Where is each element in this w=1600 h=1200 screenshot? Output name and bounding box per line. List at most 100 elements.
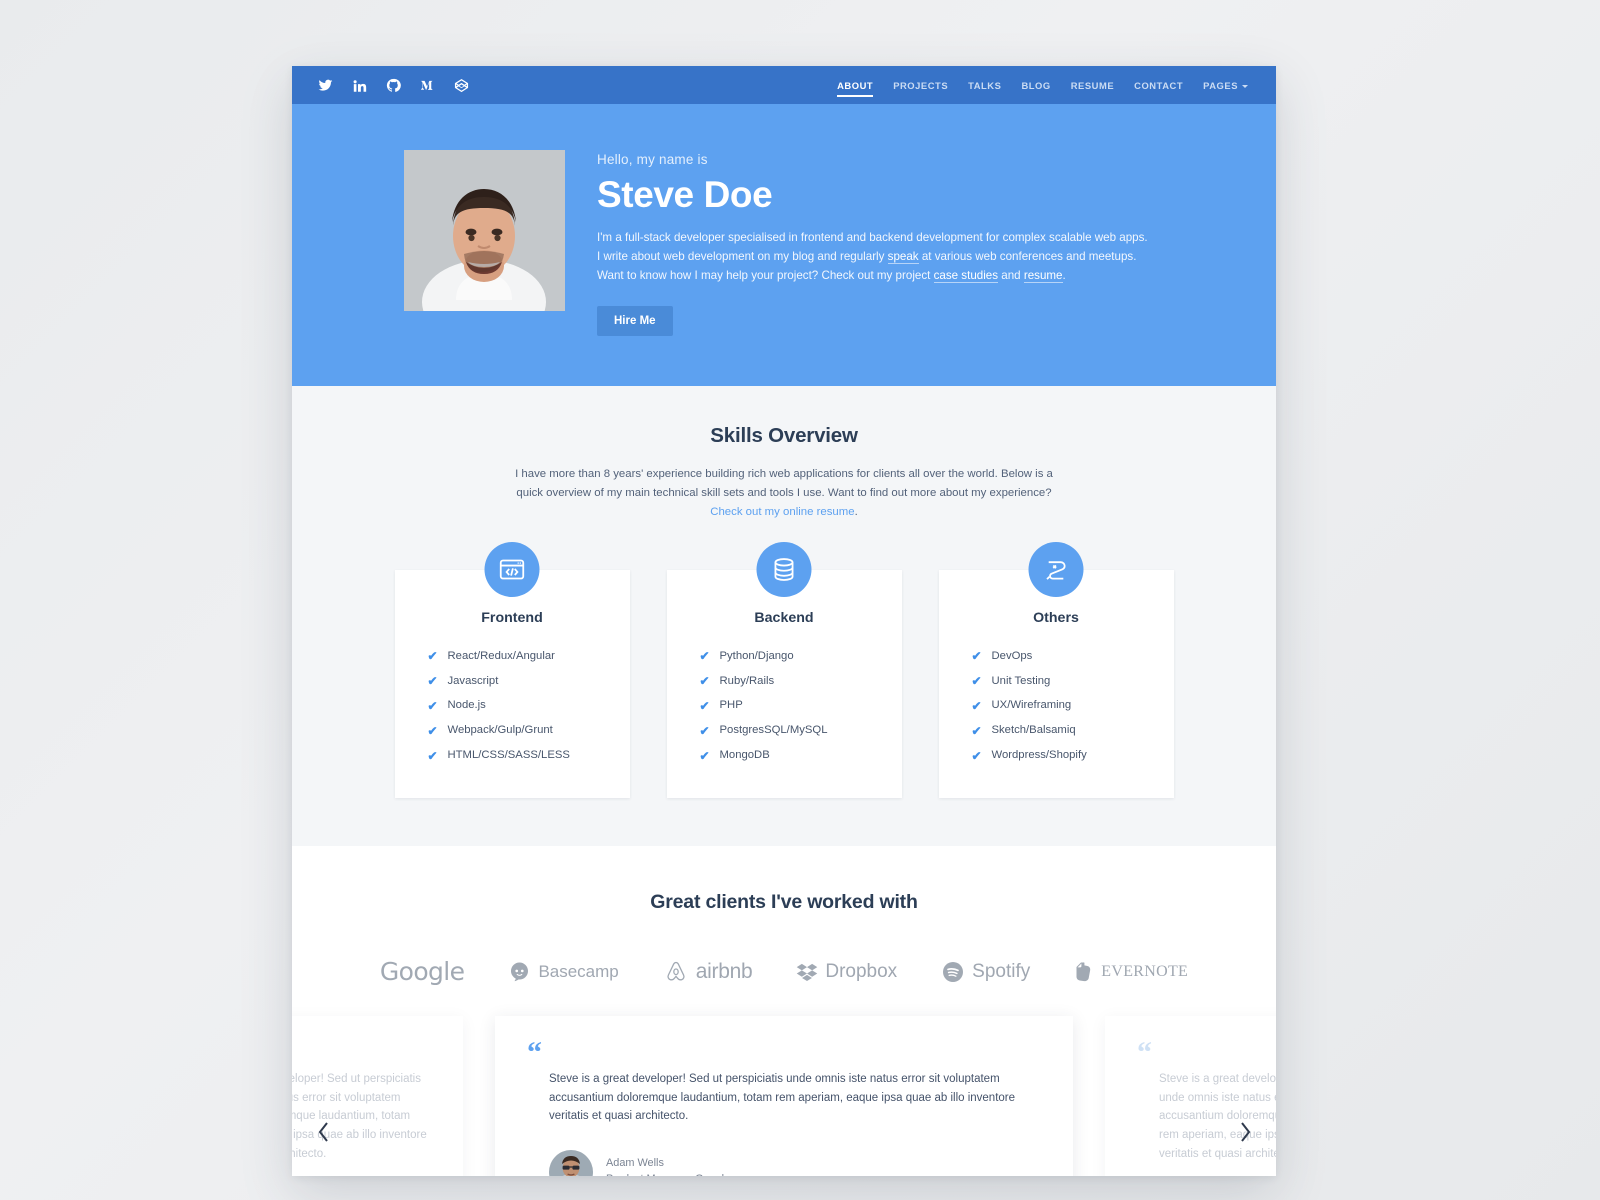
hero-link-speak[interactable]: speak — [887, 249, 919, 264]
google-logo-label: Google — [379, 957, 465, 986]
list-item: ✔ Javascript — [428, 669, 630, 694]
google-logo: Google — [380, 957, 465, 986]
testimonial-name: Adam Wells — [606, 1157, 664, 1170]
list-item: ✔ React/Redux/Angular — [428, 644, 630, 669]
hero-description: I'm a full-stack developer specialised i… — [597, 229, 1149, 286]
swiss-knife-icon — [1028, 542, 1084, 598]
site-canvas: ABOUT PROJECTS TALKS BLOG RESUME CONTACT… — [292, 66, 1276, 1176]
carousel-next-button[interactable] — [1232, 1119, 1258, 1145]
testimonial-card-previous[interactable]: “ Steve is a great developer! Sed ut per… — [292, 1016, 463, 1176]
skill-label: Unit Testing — [991, 674, 1051, 687]
check-icon: ✔ — [427, 649, 438, 664]
check-icon: ✔ — [971, 748, 982, 763]
evernote-logo: EVERNOTE — [1074, 960, 1188, 983]
skills-subtitle: I have more than 8 years' experience bui… — [514, 465, 1054, 522]
skill-label: DevOps — [991, 649, 1033, 662]
list-item: ✔ HTML/CSS/SASS/LESS — [428, 743, 630, 768]
skill-label: PHP — [719, 699, 743, 712]
skill-label: Node.js — [447, 699, 486, 712]
testimonial-quote: Steve is a great developer! Sed ut persp… — [292, 1073, 427, 1160]
airbnb-logo-label: airbnb — [695, 959, 753, 983]
skill-label: Wordpress/Shopify — [991, 748, 1087, 761]
testimonials-section: “ Steve is a great developer! Sed ut per… — [292, 1016, 1276, 1176]
check-icon: ✔ — [699, 674, 710, 689]
hero-link-case-studies[interactable]: case studies — [933, 268, 999, 283]
skills-title: Skills Overview — [710, 423, 858, 447]
check-icon: ✔ — [427, 674, 438, 689]
codepen-icon[interactable] — [454, 78, 469, 93]
nav-item-contact[interactable]: CONTACT — [1124, 68, 1193, 103]
nav-item-pages[interactable]: PAGES — [1193, 68, 1258, 103]
skill-list: ✔ Python/Django ✔ Ruby/Rails ✔ PHP ✔ Postgre… — [667, 644, 902, 768]
basecamp-logo: Basecamp — [508, 960, 619, 983]
list-item: ✔ PHP — [700, 694, 902, 719]
check-icon: ✔ — [971, 649, 982, 664]
quote-icon: “ — [1137, 1036, 1152, 1069]
testimonial-author: Adam Wells Product Manager, Google — [549, 1149, 1041, 1176]
skills-subtitle-period: . — [854, 505, 858, 518]
chevron-down-icon — [1242, 84, 1248, 88]
testimonial-card-next[interactable]: “ Steve is a great developer! Sed ut per… — [1105, 1016, 1276, 1176]
carousel-prev-button[interactable] — [310, 1119, 336, 1145]
list-item: ✔ Unit Testing — [972, 669, 1174, 694]
airbnb-logo: airbnb — [663, 959, 753, 985]
nav-item-blog[interactable]: BLOG — [1011, 68, 1060, 103]
hero-greeting: Hello, my name is — [597, 152, 708, 167]
check-icon: ✔ — [699, 699, 710, 714]
database-icon — [756, 542, 812, 598]
testimonial-quote: Steve is a great developer! Sed ut persp… — [1159, 1073, 1276, 1160]
skill-card-others: Others ✔ DevOps ✔ Unit Testing ✔ UX/Wirefra… — [938, 542, 1174, 798]
check-icon: ✔ — [427, 723, 438, 738]
testimonial-quote: Steve is a great developer! Sed ut persp… — [549, 1073, 1016, 1123]
list-item: ✔ MongoDB — [700, 743, 902, 768]
github-icon[interactable] — [386, 78, 401, 93]
linkedin-icon[interactable] — [352, 78, 367, 93]
hero-link-resume[interactable]: resume — [1023, 268, 1063, 283]
skill-label: HTML/CSS/SASS/LESS — [447, 748, 570, 761]
basecamp-logo-label: Basecamp — [538, 961, 619, 981]
avatar — [404, 150, 565, 311]
nav-item-projects[interactable]: PROJECTS — [883, 68, 958, 103]
check-icon: ✔ — [971, 723, 982, 738]
client-logos: Google Basecamp airbnb Dropbox Spotify E — [292, 957, 1276, 986]
nav-item-pages-label: PAGES — [1203, 79, 1238, 91]
list-item: ✔ Sketch/Balsamiq — [972, 718, 1174, 743]
quote-icon: “ — [292, 1044, 431, 1060]
skill-list: ✔ React/Redux/Angular ✔ Javascript ✔ Node.j… — [395, 644, 630, 768]
check-icon: ✔ — [699, 723, 710, 738]
skill-card-backend: Backend ✔ Python/Django ✔ Ruby/Rails ✔ PHP … — [666, 542, 902, 798]
skill-label: Sketch/Balsamiq — [991, 724, 1076, 737]
medium-icon[interactable] — [420, 78, 435, 93]
skill-card-frontend: Frontend ✔ React/Redux/Angular ✔ Javascrip… — [394, 542, 630, 798]
list-item: ✔ Wordpress/Shopify — [972, 743, 1174, 768]
code-window-icon — [484, 542, 540, 598]
hero-desc-part-4: . — [1062, 268, 1066, 282]
nav-item-resume[interactable]: RESUME — [1061, 68, 1124, 103]
twitter-icon[interactable] — [318, 78, 333, 93]
list-item: ✔ DevOps — [972, 644, 1174, 669]
skill-card-title: Frontend — [481, 610, 543, 627]
check-icon: ✔ — [699, 649, 710, 664]
skill-label: UX/Wireframing — [991, 699, 1072, 712]
testimonial-carousel: “ Steve is a great developer! Sed ut per… — [292, 1016, 1276, 1176]
skill-label: React/Redux/Angular — [447, 649, 555, 662]
list-item: ✔ Python/Django — [700, 644, 902, 669]
hire-me-button[interactable]: Hire Me — [597, 305, 673, 336]
skill-card-title: Others — [1033, 610, 1079, 627]
avatar — [549, 1149, 593, 1176]
list-item: ✔ PostgresSQL/MySQL — [700, 718, 902, 743]
nav-item-talks[interactable]: TALKS — [958, 68, 1011, 103]
check-icon: ✔ — [427, 748, 438, 763]
testimonial-card-active[interactable]: “ Steve is a great developer! Sed ut per… — [495, 1016, 1073, 1176]
quote-icon: “ — [527, 1036, 542, 1069]
social-links — [318, 78, 469, 93]
dropbox-logo: Dropbox — [796, 961, 897, 983]
skill-list: ✔ DevOps ✔ Unit Testing ✔ UX/Wireframing ✔ S… — [939, 644, 1174, 768]
clients-section: Great clients I've worked with Google Ba… — [292, 846, 1276, 998]
nav-item-about[interactable]: ABOUT — [827, 68, 883, 103]
skills-resume-link[interactable]: Check out my online resume — [710, 506, 854, 518]
evernote-logo-label: EVERNOTE — [1101, 962, 1189, 980]
skills-section: Skills Overview I have more than 8 years… — [292, 385, 1276, 846]
list-item: ✔ Node.js — [428, 694, 630, 719]
check-icon: ✔ — [427, 699, 438, 714]
